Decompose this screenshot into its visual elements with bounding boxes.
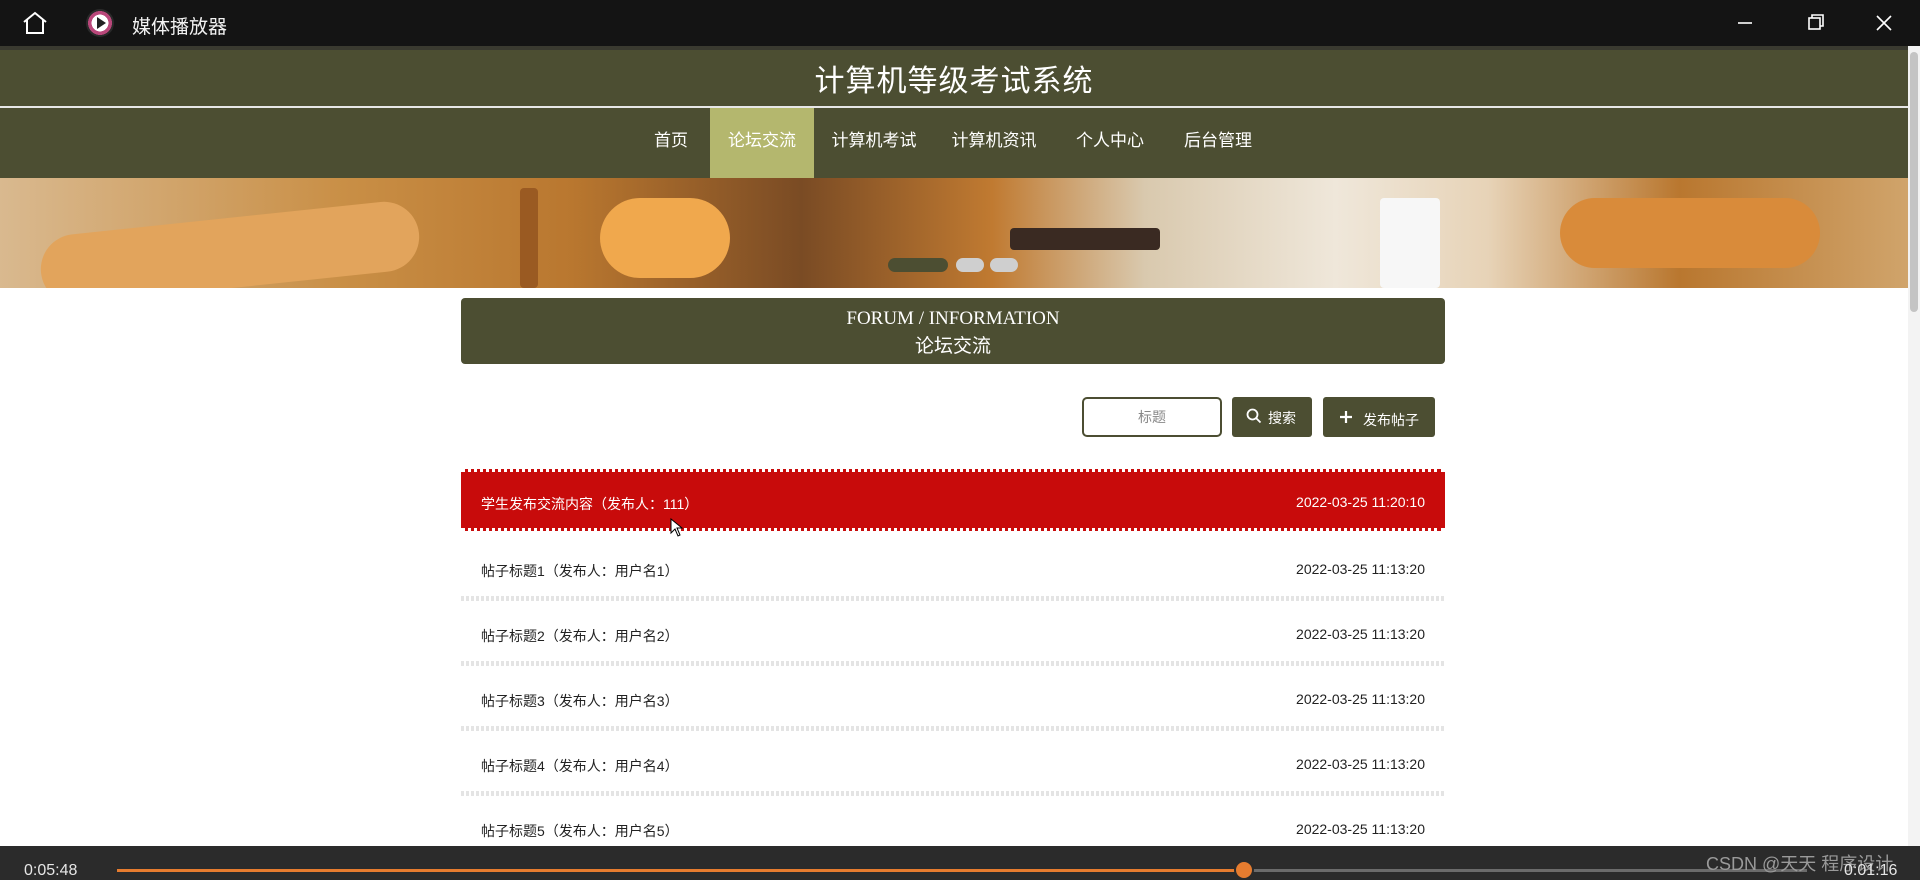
post-date: 2022-03-25 11:13:20 xyxy=(1296,756,1425,772)
search-icon xyxy=(1246,408,1262,424)
carousel-dot-1[interactable] xyxy=(888,258,948,272)
post-title: 帖子标题1（发布人：用户名1） xyxy=(481,563,679,579)
progress-thumb[interactable] xyxy=(1236,862,1253,878)
nav-item-news[interactable]: 计算机资讯 xyxy=(946,108,1042,178)
post-title: 帖子标题3（发布人：用户名3） xyxy=(481,693,679,709)
post-row[interactable]: 帖子标题3（发布人：用户名3） 2022-03-25 11:13:20 xyxy=(461,669,1445,731)
post-row[interactable]: 帖子标题4（发布人：用户名4） 2022-03-25 11:13:20 xyxy=(461,734,1445,796)
post-row[interactable]: 帖子标题2（发布人：用户名2） 2022-03-25 11:13:20 xyxy=(461,604,1445,666)
nav-item-home[interactable]: 首页 xyxy=(642,108,700,178)
post-title: 学生发布交流内容（发布人：111） xyxy=(481,496,699,512)
nav-item-admin[interactable]: 后台管理 xyxy=(1178,108,1258,178)
search-button-label: 搜索 xyxy=(1268,410,1296,426)
post-title: 帖子标题4（发布人：用户名4） xyxy=(481,758,679,774)
new-post-button[interactable]: 发布帖子 xyxy=(1323,397,1435,437)
post-date: 2022-03-25 11:13:20 xyxy=(1296,821,1425,837)
title-search-input[interactable] xyxy=(1082,397,1222,437)
restore-icon[interactable] xyxy=(1795,8,1835,38)
mouse-cursor-icon xyxy=(670,518,684,537)
post-title: 帖子标题5（发布人：用户名5） xyxy=(481,823,679,839)
post-date: 2022-03-25 11:13:20 xyxy=(1296,626,1425,642)
banner-carousel xyxy=(0,178,1908,288)
nav-item-profile[interactable]: 个人中心 xyxy=(1070,108,1150,178)
media-player-bar: 0:05:48 CSDN @天天 程序设计 0:01:16 xyxy=(0,846,1920,880)
site-title: 计算机等级考试系统 xyxy=(814,65,1094,98)
post-row[interactable]: 学生发布交流内容（发布人：111） 2022-03-25 11:20:10 xyxy=(461,469,1445,531)
nav-item-forum[interactable]: 论坛交流 xyxy=(710,108,814,178)
search-button[interactable]: 搜索 xyxy=(1232,397,1312,437)
row-separator xyxy=(461,661,1445,666)
row-separator xyxy=(461,791,1445,796)
post-date: 2022-03-25 11:13:20 xyxy=(1296,561,1425,577)
post-date: 2022-03-25 11:13:20 xyxy=(1296,691,1425,707)
forum-title-cn: 论坛交流 xyxy=(914,336,991,357)
post-title: 帖子标题2（发布人：用户名2） xyxy=(481,628,679,644)
minimize-icon[interactable] xyxy=(1725,8,1765,38)
forum-title-en: FORUM / INFORMATION xyxy=(846,308,1060,329)
plus-icon xyxy=(1340,411,1352,423)
post-row[interactable]: 帖子标题1（发布人：用户名1） 2022-03-25 11:13:20 xyxy=(461,539,1445,601)
current-time: 0:05:48 xyxy=(24,862,78,879)
home-icon[interactable] xyxy=(20,10,50,36)
duration-time: 0:01:16 xyxy=(1844,862,1898,879)
new-post-button-label: 发布帖子 xyxy=(1363,412,1419,428)
window-title: 媒体播放器 xyxy=(132,17,228,38)
nav-item-exam[interactable]: 计算机考试 xyxy=(826,108,922,178)
progress-fill xyxy=(117,869,1245,872)
app-logo-icon xyxy=(86,9,114,37)
carousel-dot-3[interactable] xyxy=(990,258,1018,272)
close-icon[interactable] xyxy=(1864,8,1904,38)
progress-track[interactable] xyxy=(117,869,1807,872)
window-titlebar: 媒体播放器 xyxy=(0,0,1920,46)
row-separator xyxy=(461,726,1445,731)
site-header: 计算机等级考试系统 xyxy=(0,46,1908,106)
row-separator xyxy=(461,596,1445,601)
forum-section-header: FORUM / INFORMATION 论坛交流 xyxy=(461,298,1445,364)
scrollbar-thumb[interactable] xyxy=(1910,52,1918,312)
post-date: 2022-03-25 11:20:10 xyxy=(1296,494,1425,510)
main-nav: 首页 论坛交流 计算机考试 计算机资讯 个人中心 后台管理 xyxy=(0,108,1908,178)
carousel-dot-2[interactable] xyxy=(956,258,984,272)
